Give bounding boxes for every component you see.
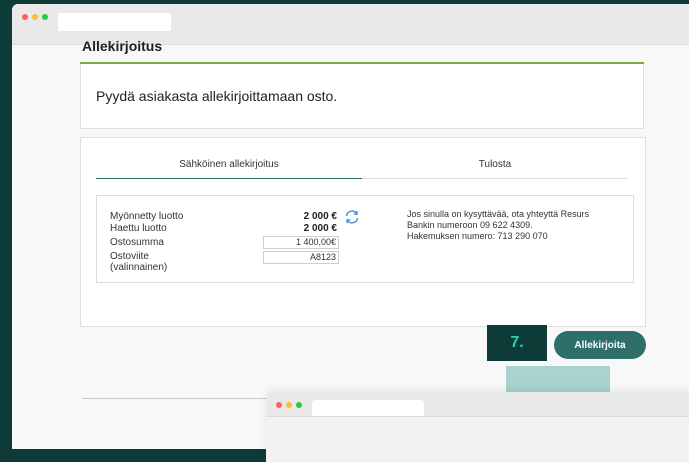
applied-credit-label: Haettu luotto [110, 223, 167, 234]
purchase-ref-input[interactable]: A8123 [263, 251, 339, 264]
browser-tab[interactable] [58, 13, 171, 31]
secondary-page-content [266, 417, 689, 462]
purchase-ref-label: Ostoviite [110, 251, 149, 262]
contact-info: Jos sinulla on kysyttävää, ota yhteyttä … [407, 209, 589, 242]
secondary-maximize-dot-icon[interactable] [296, 402, 302, 408]
refresh-icon[interactable] [343, 208, 361, 226]
secondary-browser-titlebar [266, 392, 689, 417]
section-title: Allekirjoitus [82, 38, 163, 54]
step-badge: 7. [487, 325, 547, 361]
secondary-browser-window [266, 392, 689, 462]
applied-credit-value: 2 000 € [303, 223, 337, 234]
signature-panel: Sähköinen allekirjoitus Tulosta Myönnett… [80, 137, 646, 327]
granted-credit-label: Myönnetty luotto [110, 211, 184, 222]
purchase-sum-label: Ostosumma [110, 237, 164, 248]
secondary-browser-tab[interactable] [312, 400, 424, 416]
close-dot-icon[interactable] [22, 14, 28, 20]
minimize-dot-icon[interactable] [32, 14, 38, 20]
highlight-marker [506, 366, 610, 394]
contact-line-3: Hakemuksen numero: 713 290 070 [407, 231, 548, 241]
secondary-close-dot-icon[interactable] [276, 402, 282, 408]
maximize-dot-icon[interactable] [42, 14, 48, 20]
contact-line-1: Jos sinulla on kysyttävää, ota yhteyttä … [407, 209, 590, 219]
prompt-text: Pyydä asiakasta allekirjoittamaan osto. [96, 88, 338, 104]
sign-button[interactable]: Allekirjoita [554, 331, 646, 359]
purchase-ref-optional-label: (valinnainen) [110, 262, 168, 273]
prompt-box: Pyydä asiakasta allekirjoittamaan osto. [80, 64, 644, 129]
signature-tabs: Sähköinen allekirjoitus Tulosta [96, 156, 628, 179]
purchase-details: Myönnetty luotto 2 000 € Haettu luotto 2… [96, 195, 634, 283]
tab-electronic-signature[interactable]: Sähköinen allekirjoitus [96, 156, 362, 179]
contact-line-2: Bankin numeroon 09 622 4309. [407, 220, 533, 230]
tab-print[interactable]: Tulosta [362, 156, 628, 179]
secondary-minimize-dot-icon[interactable] [286, 402, 292, 408]
purchase-sum-input[interactable]: 1 400,00€ [263, 236, 339, 249]
window-controls [22, 14, 48, 20]
granted-credit-value: 2 000 € [303, 211, 337, 222]
secondary-window-controls [276, 402, 302, 408]
